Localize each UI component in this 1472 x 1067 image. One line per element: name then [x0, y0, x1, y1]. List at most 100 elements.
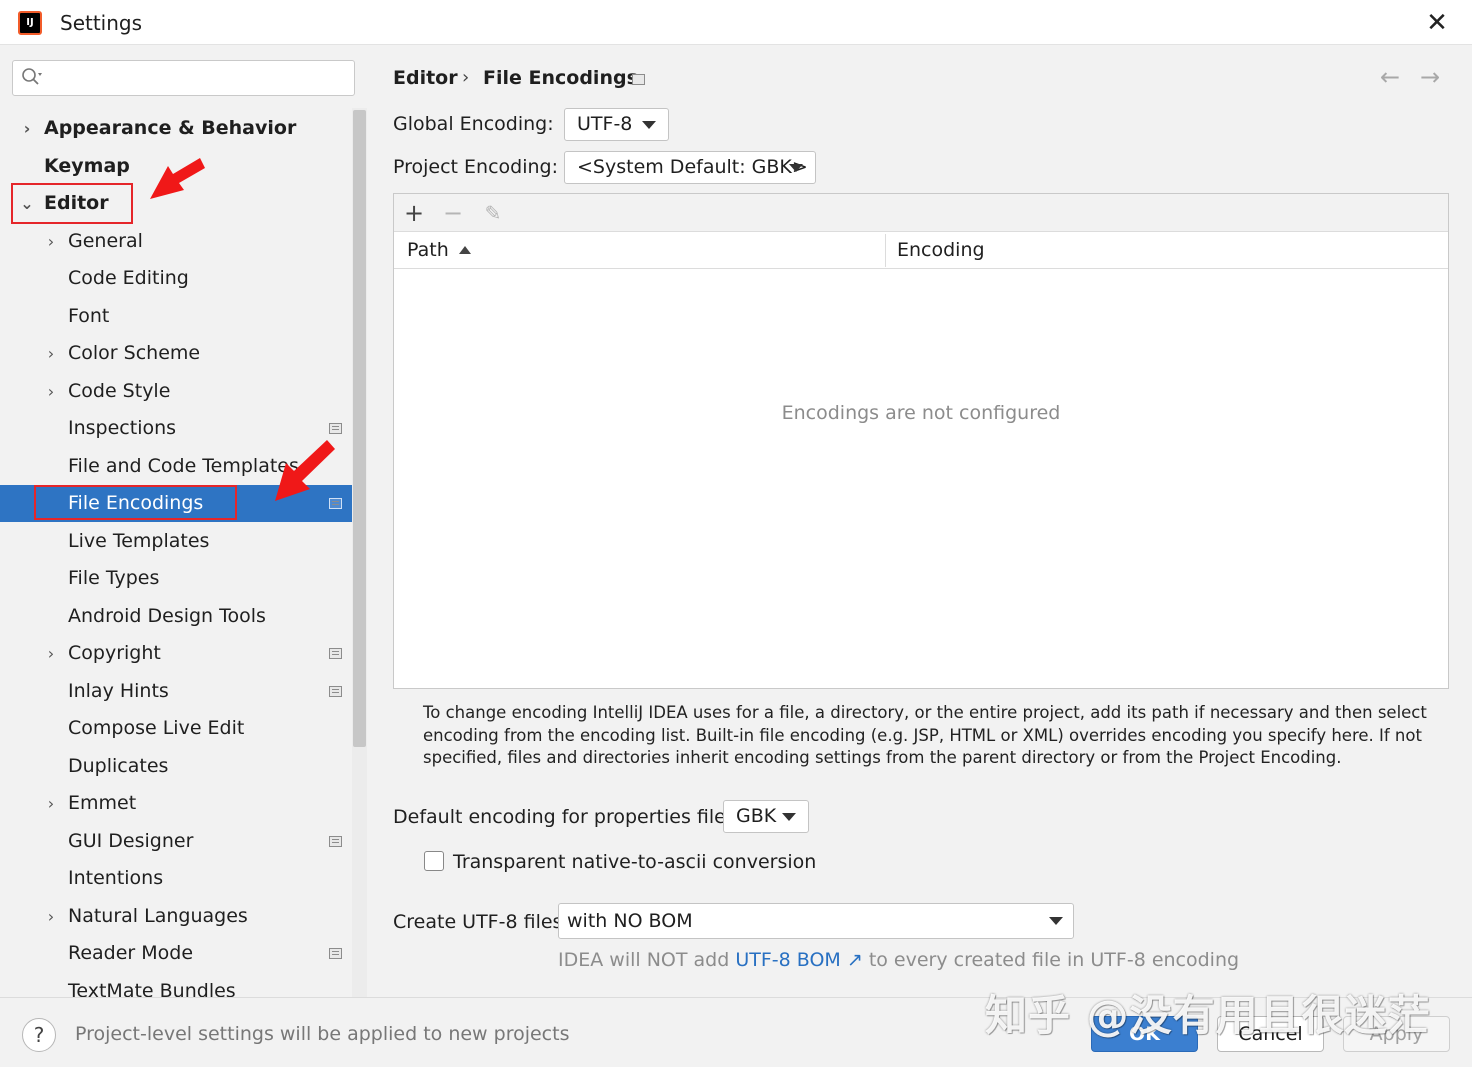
chevron-right-icon[interactable]: › [43, 223, 59, 260]
sidebar-item-label: Live Templates [68, 530, 210, 552]
sidebar-item-label: Code Style [68, 380, 171, 402]
chevron-right-icon[interactable]: › [43, 635, 59, 672]
sidebar-item-label: Keymap [44, 155, 130, 177]
sidebar-item-live-templates[interactable]: Live Templates [0, 523, 352, 560]
sidebar-item-label: Emmet [68, 792, 137, 814]
bom-select[interactable]: with NO BOM [558, 903, 1074, 939]
sidebar-item-intentions[interactable]: Intentions [0, 860, 352, 897]
footer-note: Project-level settings will be applied t… [75, 1023, 570, 1045]
sidebar-item-color-scheme[interactable]: › Color Scheme [0, 335, 352, 372]
sidebar-item-textmate-bundles[interactable]: TextMate Bundles [0, 973, 352, 997]
project-settings-icon [329, 686, 342, 697]
project-settings-icon [329, 648, 342, 659]
properties-encoding-label: Default encoding for properties files: [393, 806, 743, 828]
sidebar-item-natural-languages[interactable]: › Natural Languages [0, 898, 352, 935]
chevron-right-icon[interactable]: › [43, 898, 59, 935]
project-settings-icon [329, 836, 342, 847]
sidebar-item-file-types[interactable]: File Types [0, 560, 352, 597]
watermark: 知乎 @没有用且很迷茫 [985, 991, 1431, 1040]
sidebar-item-copyright[interactable]: › Copyright [0, 635, 352, 672]
sidebar-item-label: Intentions [68, 867, 164, 889]
column-header-encoding[interactable]: Encoding [897, 232, 985, 269]
annotation-arrow-icon [150, 158, 205, 199]
chevron-right-icon[interactable]: › [43, 785, 59, 822]
sidebar-item-label: Compose Live Edit [68, 717, 245, 739]
chevron-down-icon [1049, 917, 1063, 925]
chevron-right-icon[interactable]: › [43, 335, 59, 372]
edit-icon[interactable]: ✎ [478, 198, 508, 228]
sidebar-item-label: Font [68, 305, 110, 327]
bom-value: with NO BOM [567, 910, 693, 932]
bom-hint-suffix: to every created file in UTF-8 encoding [868, 949, 1240, 971]
sidebar-item-label: Duplicates [68, 755, 169, 777]
project-settings-icon [329, 948, 342, 959]
sidebar-item-label: Inspections [68, 417, 177, 439]
sidebar-item-android-design-tools[interactable]: Android Design Tools [0, 598, 352, 635]
sidebar-item-code-editing[interactable]: Code Editing [0, 260, 352, 297]
annotation-arrow-icon [275, 440, 335, 501]
project-encoding-select[interactable]: <System Default: GBK> [564, 151, 816, 184]
chevron-right-icon[interactable]: › [19, 110, 35, 147]
sidebar-item-label: Android Design Tools [68, 605, 266, 627]
sidebar-item-label: Copyright [68, 642, 161, 664]
chevron-down-icon [782, 813, 796, 821]
global-encoding-label: Global Encoding: [393, 113, 554, 135]
sidebar-item-label: Reader Mode [68, 942, 194, 964]
sidebar-item-label: GUI Designer [68, 830, 194, 852]
table-empty-text: Encodings are not configured [781, 402, 1061, 424]
forward-arrow-icon[interactable]: → [1420, 63, 1440, 91]
project-encoding-value: <System Default: GBK> [577, 156, 808, 178]
chevron-down-icon [642, 121, 656, 129]
encoding-help-text: To change encoding IntelliJ IDEA uses fo… [423, 703, 1427, 767]
search-box[interactable] [12, 60, 355, 96]
sidebar-item-label: General [68, 230, 143, 252]
sidebar-item-emmet[interactable]: › Emmet [0, 785, 352, 822]
global-encoding-select[interactable]: UTF-8 [564, 108, 669, 141]
properties-encoding-select[interactable]: GBK [723, 800, 809, 833]
sidebar-item-duplicates[interactable]: Duplicates [0, 748, 352, 785]
settings-content: Editor › File Encodings ← → Global Encod… [367, 45, 1472, 997]
annotation-box-editor [11, 183, 133, 224]
column-divider[interactable] [885, 234, 886, 267]
sidebar-item-general[interactable]: › General [0, 223, 352, 260]
breadcrumb-parent[interactable]: Editor [393, 67, 458, 89]
sidebar-item-label: Appearance & Behavior [44, 117, 297, 139]
column-header-path-label: Path [407, 239, 449, 261]
sidebar-item-font[interactable]: Font [0, 298, 352, 335]
sidebar-item-gui-designer[interactable]: GUI Designer [0, 823, 352, 860]
bom-label: Create UTF-8 files: [393, 911, 569, 933]
sidebar-item-reader-mode[interactable]: Reader Mode [0, 935, 352, 972]
bom-hint-prefix: IDEA will NOT add [558, 949, 730, 971]
project-settings-icon [632, 74, 645, 85]
native-to-ascii-label[interactable]: Transparent native-to-ascii conversion [453, 851, 816, 873]
global-encoding-value: UTF-8 [577, 113, 633, 135]
window-title: Settings [60, 11, 143, 35]
table-header: Path Encoding [394, 232, 1448, 269]
annotation-box-file-encodings [34, 485, 237, 520]
chevron-right-icon[interactable]: › [43, 373, 59, 410]
project-encoding-label: Project Encoding: [393, 156, 559, 178]
sidebar-item-inlay-hints[interactable]: Inlay Hints [0, 673, 352, 710]
page-title: File Encodings [483, 67, 638, 89]
bom-hint: IDEA will NOT add UTF-8 BOM ↗ to every c… [558, 949, 1239, 971]
sidebar-item-label: TextMate Bundles [68, 980, 236, 997]
sidebar-item-code-style[interactable]: › Code Style [0, 373, 352, 410]
add-icon[interactable]: + [399, 198, 429, 228]
title-bar: IJ Settings ✕ [0, 0, 1472, 45]
help-icon[interactable]: ? [22, 1018, 56, 1052]
native-to-ascii-checkbox[interactable] [424, 851, 444, 871]
search-input[interactable] [49, 65, 345, 91]
sidebar-item-label: Code Editing [68, 267, 189, 289]
back-arrow-icon[interactable]: ← [1380, 63, 1400, 91]
sidebar-item-label: File and Code Templates [68, 455, 299, 477]
utf8-bom-link[interactable]: UTF-8 BOM ↗ [735, 949, 862, 971]
sidebar-item-appearance-behavior[interactable]: › Appearance & Behavior [0, 110, 352, 147]
sidebar-item-label: Natural Languages [68, 905, 248, 927]
sidebar-scrollbar-thumb[interactable] [353, 110, 366, 747]
sort-ascending-icon [458, 246, 471, 254]
remove-icon[interactable]: − [438, 198, 468, 228]
column-header-path[interactable]: Path [407, 232, 471, 269]
close-icon[interactable]: ✕ [1420, 6, 1454, 40]
sidebar-item-compose-live-edit[interactable]: Compose Live Edit [0, 710, 352, 747]
project-settings-icon [329, 423, 342, 434]
